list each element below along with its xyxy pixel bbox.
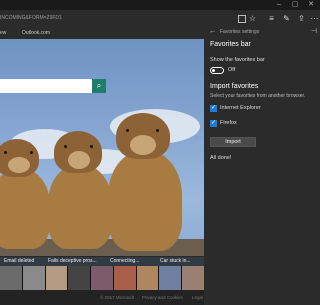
toggle-knob [212, 69, 215, 72]
search-icon: ⌕ [96, 81, 102, 90]
import-hint: Select your favorites from another brows… [210, 93, 306, 99]
more-icon[interactable]: ⋯ [309, 13, 320, 24]
window-titlebar: – ▢ ✕ [0, 0, 320, 10]
firefox-checkbox[interactable]: ✓ [210, 120, 217, 127]
page-footer: © 2017 Microsoft Privacy and Cookies Leg… [0, 290, 204, 305]
news-thumbnails [0, 266, 204, 290]
favorites-bar-heading: Favorites bar [210, 41, 251, 48]
marmot-middle [48, 131, 112, 249]
news-title[interactable]: Connecting... [110, 257, 139, 265]
close-icon[interactable]: ✕ [304, 0, 318, 10]
news-thumbnail[interactable] [91, 266, 113, 290]
news-thumbnail[interactable] [113, 266, 136, 290]
footer-copyright: © 2017 Microsoft [100, 295, 135, 300]
panel-caption: Favorites settings [220, 29, 260, 35]
search-input[interactable] [0, 79, 92, 93]
news-title[interactable]: Email deleted [4, 257, 34, 265]
import-favorites-heading: Import favorites [210, 83, 259, 90]
internet-explorer-checkbox[interactable]: ✓ [210, 105, 217, 112]
favorites-strip: ew Outlook.com [0, 27, 204, 39]
show-favorites-bar-label: Show the favorites bar [210, 57, 265, 63]
import-button[interactable]: Import [210, 137, 256, 147]
back-icon[interactable]: ← [209, 28, 216, 36]
news-thumbnail[interactable] [22, 266, 45, 290]
star-icon[interactable]: ☆ [247, 13, 258, 24]
navigation-bar: INCOMING&FORM=Z9FD1 ☆ ≡ ✎ ⇪ ⋯ [0, 10, 320, 27]
news-thumbnail[interactable] [68, 266, 91, 290]
marmot-right [106, 113, 184, 253]
hub-icon[interactable]: ≡ [266, 13, 277, 24]
web-note-icon[interactable]: ✎ [281, 13, 292, 24]
minimize-icon[interactable]: – [272, 0, 286, 10]
toggle-state-label: Off [228, 67, 236, 73]
news-headlines-bar: Email deleted Fails deceptive pros... Co… [0, 256, 204, 266]
news-thumbnail[interactable] [159, 266, 182, 290]
news-thumbnail[interactable] [0, 266, 22, 290]
footer-legal-link[interactable]: Legal [192, 294, 203, 301]
news-thumbnail[interactable] [45, 266, 68, 290]
news-thumbnail[interactable] [182, 266, 204, 290]
footer-privacy-link[interactable]: Privacy and Cookies [142, 294, 183, 301]
search-button[interactable]: ⌕ [92, 79, 106, 93]
reading-view-icon[interactable] [238, 15, 246, 23]
page-content: ⌕ Email deleted Fails deceptive pros... … [0, 39, 204, 305]
show-favorites-bar-toggle[interactable] [210, 67, 224, 74]
marmot-left [0, 139, 50, 249]
import-status: All done! [210, 155, 232, 161]
favorite-link[interactable]: ew [0, 29, 6, 37]
news-title[interactable]: Car stuck in... [160, 257, 191, 265]
pin-icon[interactable]: ⊣ [311, 27, 317, 37]
favorite-outlook-link[interactable]: Outlook.com [22, 29, 50, 37]
favorites-settings-panel: ← Favorites settings ⊣ Favorites bar Sho… [204, 27, 320, 305]
address-bar[interactable]: INCOMING&FORM=Z9FD1 [0, 14, 62, 23]
news-title[interactable]: Fails deceptive pros... [48, 257, 97, 265]
maximize-icon[interactable]: ▢ [288, 0, 302, 10]
internet-explorer-label: Internet Explorer [220, 105, 261, 111]
firefox-label: Firefox [220, 120, 237, 126]
share-icon[interactable]: ⇪ [296, 13, 307, 24]
news-thumbnail[interactable] [136, 266, 159, 290]
